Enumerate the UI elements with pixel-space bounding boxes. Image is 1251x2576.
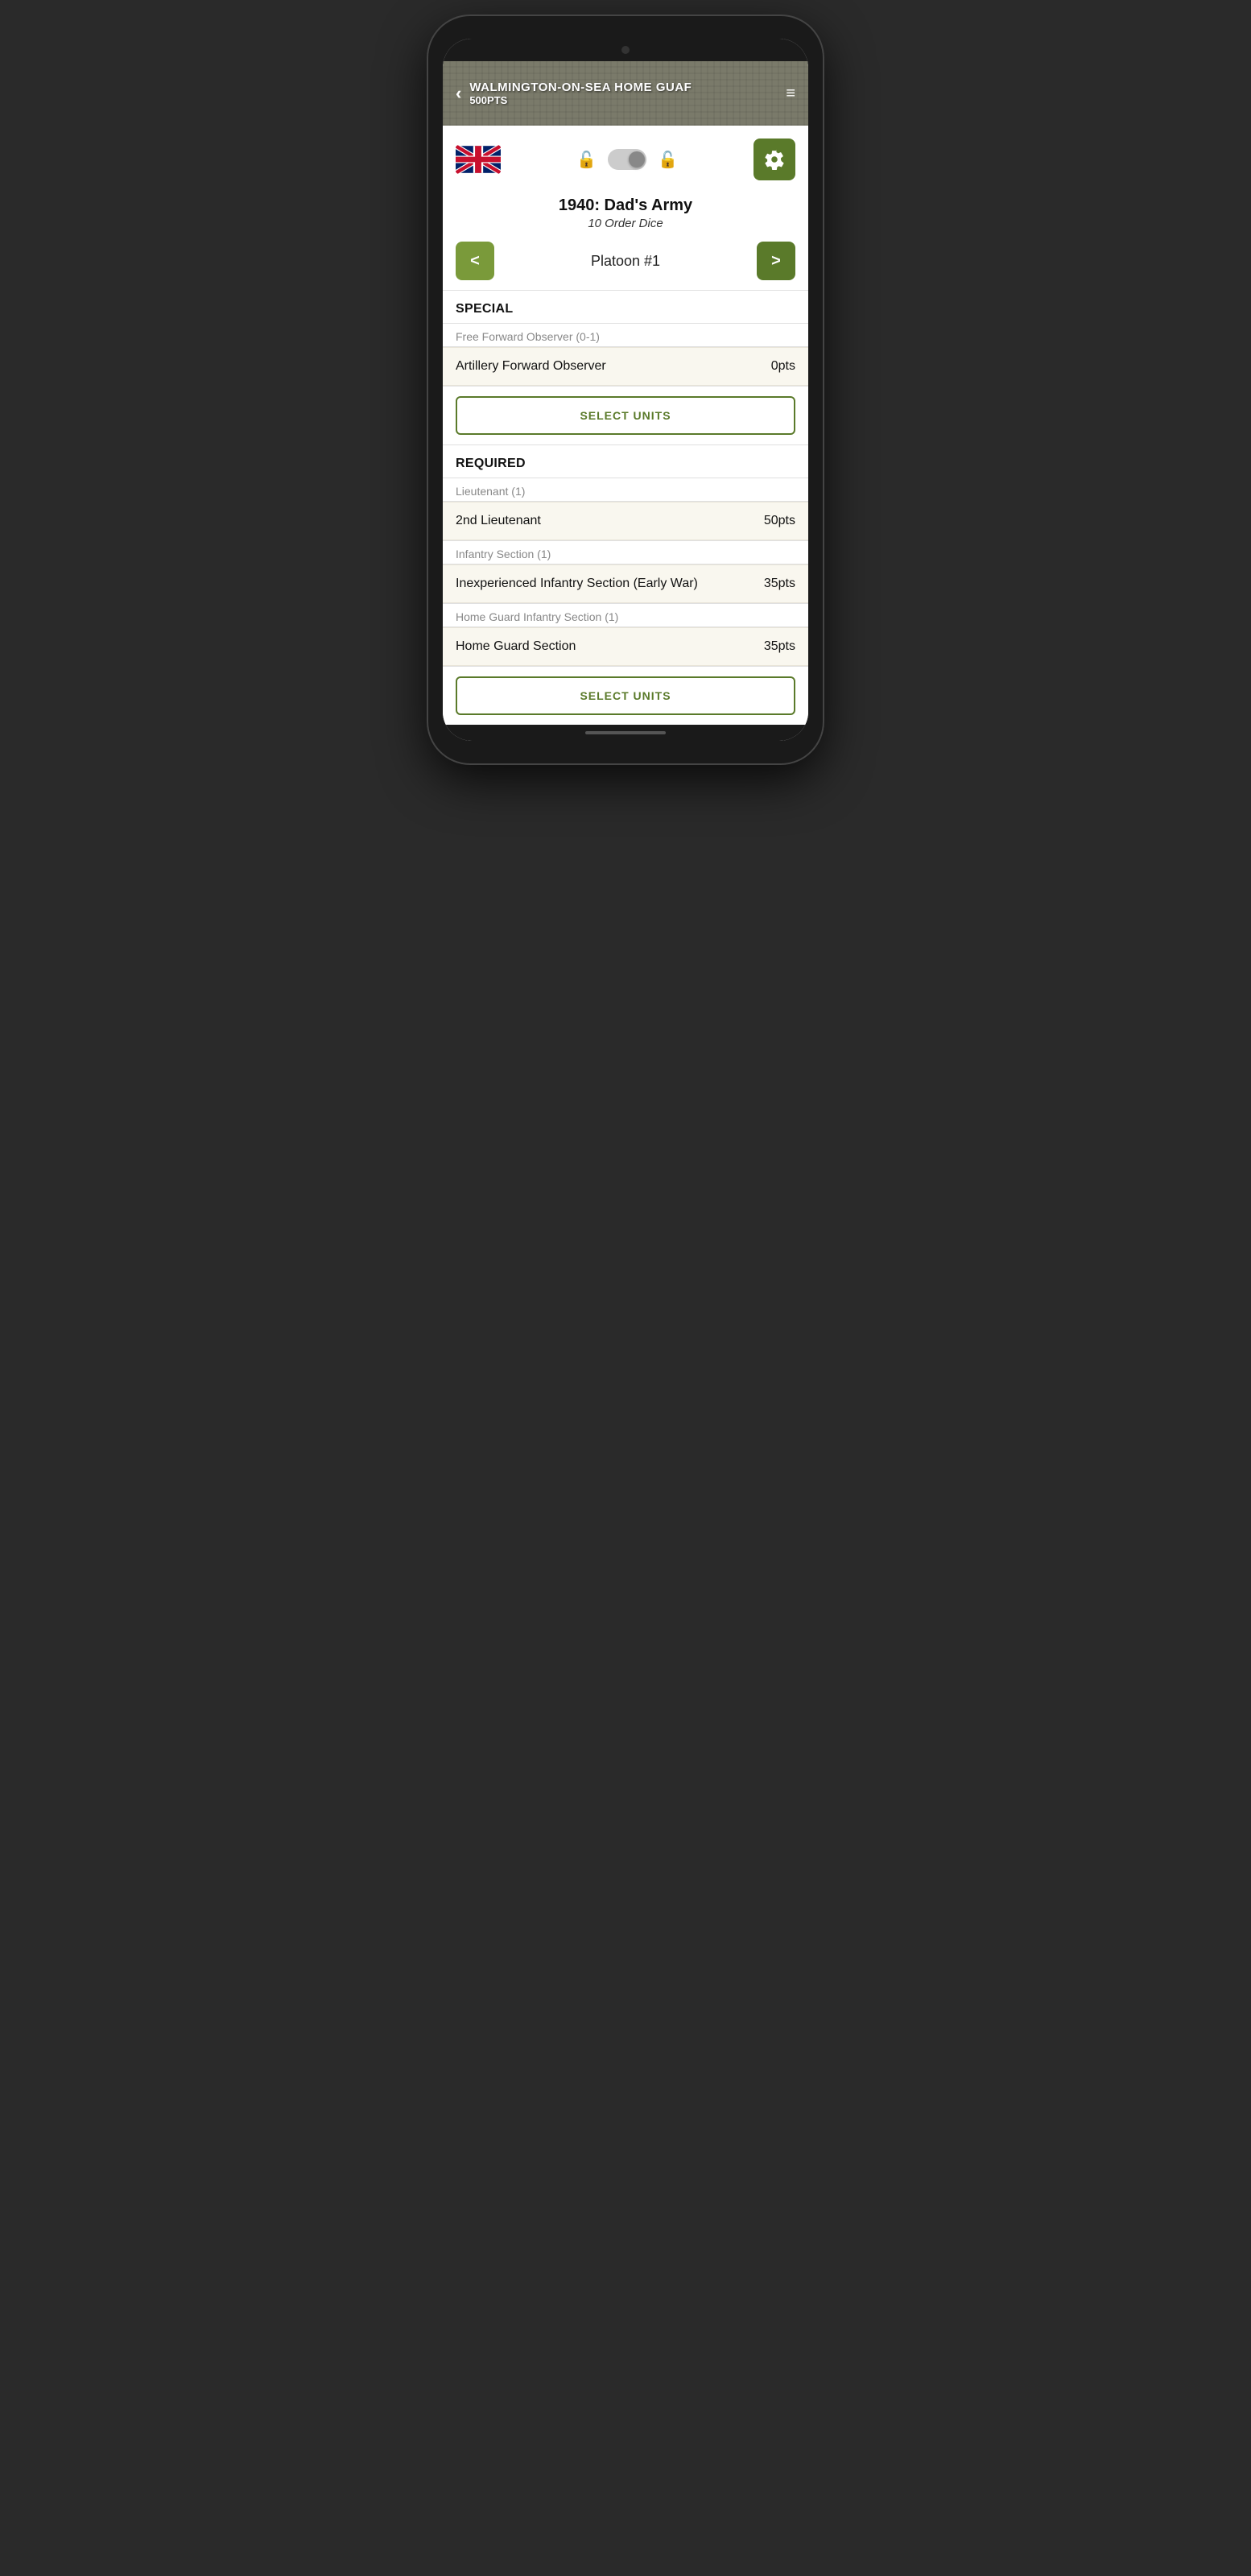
- unit-row-lieutenant: 2nd Lieutenant 50pts: [443, 502, 808, 540]
- select-units-button-special[interactable]: SELECT UNITS: [456, 396, 795, 435]
- unit-pts-home-guard: 35pts: [764, 639, 795, 654]
- unit-row-artillery-observer: Artillery Forward Observer 0pts: [443, 347, 808, 386]
- next-platoon-button[interactable]: >: [757, 242, 795, 280]
- header-title-group: WALMINGTON-ON-SEA HOME GUAF 500PTS: [469, 81, 786, 106]
- lock-toggle[interactable]: [608, 149, 646, 170]
- unit-row-home-guard: Home Guard Section 35pts: [443, 627, 808, 666]
- unit-name-lieutenant: 2nd Lieutenant: [456, 514, 764, 528]
- unit-pts-infantry-section: 35pts: [764, 577, 795, 591]
- prev-platoon-button[interactable]: <: [456, 242, 494, 280]
- divider-required-7: [443, 666, 808, 667]
- content-area: 🔓 🔓 1940: Dad's Army 10 Order Dice: [443, 126, 808, 725]
- settings-button[interactable]: [753, 139, 795, 180]
- status-bar: [443, 39, 808, 61]
- unit-name-home-guard: Home Guard Section: [456, 639, 764, 654]
- app-header: ‹ WALMINGTON-ON-SEA HOME GUAF 500PTS ≡: [443, 61, 808, 126]
- divider-special-3: [443, 386, 808, 387]
- back-button[interactable]: ‹: [456, 83, 461, 104]
- required-section-header: REQUIRED: [443, 445, 808, 478]
- bottom-bar: [443, 725, 808, 741]
- category-infantry-section: Infantry Section (1): [443, 541, 808, 564]
- unit-pts-lieutenant: 50pts: [764, 514, 795, 528]
- unit-pts-artillery-observer: 0pts: [771, 359, 795, 374]
- gear-icon: [764, 149, 785, 170]
- select-units-button-required[interactable]: SELECT UNITS: [456, 676, 795, 715]
- lock-right-icon: 🔓: [658, 150, 678, 170]
- platoon-nav: < Platoon #1 >: [443, 232, 808, 290]
- army-order-dice: 10 Order Dice: [456, 217, 795, 230]
- unit-row-infantry-section: Inexperienced Infantry Section (Early Wa…: [443, 564, 808, 603]
- country-flag: [456, 145, 501, 174]
- header-subtitle: 500PTS: [469, 94, 786, 106]
- phone-frame: ‹ WALMINGTON-ON-SEA HOME GUAF 500PTS ≡: [428, 16, 823, 763]
- header-title: WALMINGTON-ON-SEA HOME GUAF: [469, 81, 786, 94]
- flag-row: 🔓 🔓: [443, 126, 808, 190]
- unit-name-infantry-section: Inexperienced Infantry Section (Early Wa…: [456, 577, 764, 591]
- toggle-thumb: [629, 151, 645, 167]
- army-name: 1940: Dad's Army: [456, 196, 795, 215]
- unit-name-artillery-observer: Artillery Forward Observer: [456, 359, 771, 374]
- camera-dot: [621, 46, 630, 54]
- menu-button[interactable]: ≡: [786, 85, 795, 101]
- special-section-header: SPECIAL: [443, 291, 808, 323]
- platoon-label: Platoon #1: [591, 253, 660, 270]
- army-title-section: 1940: Dad's Army 10 Order Dice: [443, 190, 808, 232]
- lock-left-icon: 🔓: [576, 150, 597, 170]
- category-free-forward-observer: Free Forward Observer (0-1): [443, 324, 808, 346]
- home-indicator: [585, 731, 666, 734]
- category-lieutenant: Lieutenant (1): [443, 478, 808, 501]
- category-home-guard: Home Guard Infantry Section (1): [443, 604, 808, 626]
- lock-toggle-group: 🔓 🔓: [501, 149, 753, 170]
